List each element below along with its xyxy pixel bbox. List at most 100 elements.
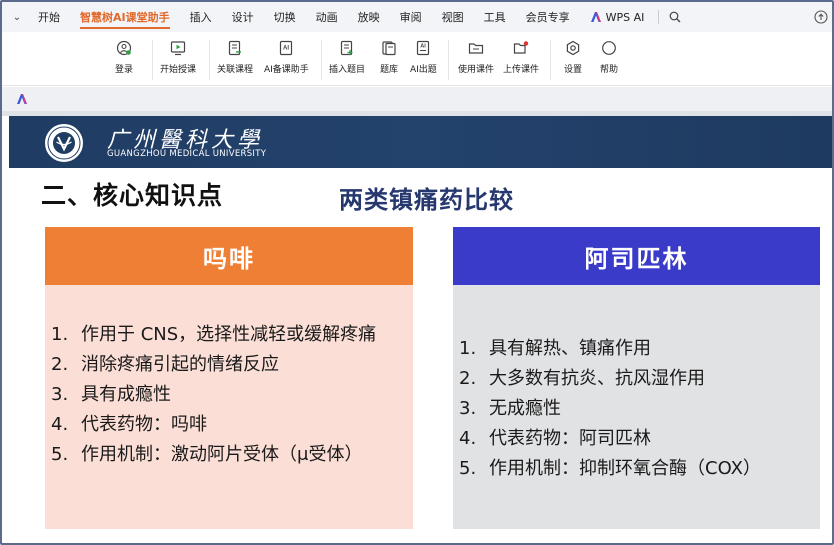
- item-text: 大多数有抗炎、抗风湿作用: [489, 368, 705, 389]
- settings-button[interactable]: 设置: [564, 40, 582, 75]
- link-doc-icon: [228, 40, 241, 56]
- list-item: 2. 消除疼痛引起的情绪反应: [51, 350, 405, 380]
- list-item: 4. 代表药物：阿司匹林: [459, 424, 812, 454]
- menu-home[interactable]: 开始: [28, 2, 70, 32]
- ai-doc-icon: AI: [280, 40, 293, 56]
- item-text: 作用机制：激动阿片受体（μ受体）: [81, 444, 363, 465]
- help-icon: [602, 41, 616, 55]
- item-text: 作用机制：抑制环氧合酶（COX）: [489, 458, 761, 479]
- morphine-card-title: 吗啡: [45, 227, 413, 285]
- use-courseware-label: 使用课件: [458, 65, 495, 75]
- search-icon[interactable]: [663, 2, 687, 32]
- menu-review[interactable]: 审阅: [390, 2, 432, 32]
- menu-bar: ⌄ 开始 智慧树AI课堂助手 插入 设计 切换 动画 放映 审阅 视图 工具 会…: [2, 2, 832, 32]
- item-text: 作用于 CNS，选择性减轻或缓解疼痛: [81, 324, 377, 345]
- aspirin-feature-list: 1. 具有解热、镇痛作用 2. 大多数有抗炎、抗风湿作用 3. 无成瘾性 4. 代表药物…: [459, 334, 812, 484]
- question-bank-icon: [382, 41, 396, 56]
- wps-ai-quick-icon[interactable]: [16, 93, 28, 105]
- menu-design[interactable]: 设计: [222, 2, 264, 32]
- list-item: 5. 作用机制：抑制环氧合酶（COX）: [459, 454, 812, 484]
- ai-question-label: AI出题: [410, 65, 437, 75]
- wps-ai-logo-icon: [590, 12, 601, 22]
- link-course-button[interactable]: 关联课程: [217, 40, 253, 75]
- ai-prep-assistant-label: AI备课助手: [264, 65, 309, 75]
- item-number: 2.: [51, 354, 69, 375]
- login-icon: [116, 40, 132, 56]
- item-number: 4.: [51, 414, 69, 435]
- ribbon-separator: [550, 40, 551, 80]
- item-number: 5.: [459, 458, 477, 479]
- menu-member[interactable]: 会员专享: [516, 2, 580, 32]
- ribbon-separator: [152, 40, 153, 80]
- item-text: 无成瘾性: [489, 398, 561, 419]
- menu-slideshow[interactable]: 放映: [348, 2, 390, 32]
- wps-ai-label: WPS AI: [605, 10, 645, 24]
- use-courseware-button[interactable]: 使用课件: [458, 40, 494, 75]
- list-item: 5. 作用机制：激动阿片受体（μ受体）: [51, 440, 405, 470]
- cloud-sync-icon[interactable]: [814, 10, 828, 24]
- ribbon-toolbar: 登录 开始授课 关联课程 AI AI备课助手 插入题目 题库 AI AI出题 使…: [2, 32, 832, 86]
- list-item: 3. 无成瘾性: [459, 394, 812, 424]
- ai-prep-assistant-button[interactable]: AI AI备课助手: [264, 40, 309, 75]
- folder-icon: [468, 43, 484, 54]
- item-text: 具有成瘾性: [81, 384, 171, 405]
- login-label: 登录: [115, 65, 134, 75]
- help-button[interactable]: 帮助: [600, 40, 618, 75]
- item-number: 5.: [51, 444, 69, 465]
- item-text: 具有解热、镇痛作用: [489, 338, 651, 359]
- menu-separator: [658, 10, 660, 24]
- question-bank-label: 题库: [380, 65, 399, 75]
- slide-subtitle: 两类镇痛药比较: [339, 186, 514, 214]
- item-number: 2.: [459, 368, 477, 389]
- ribbon-separator: [321, 40, 322, 80]
- wps-ai-button[interactable]: WPS AI: [580, 2, 655, 32]
- aspirin-card-title: 阿司匹林: [453, 227, 820, 285]
- list-item: 2. 大多数有抗炎、抗风湿作用: [459, 364, 812, 394]
- slide-canvas[interactable]: 广州醫科大學 GUANGZHOU MEDICAL UNIVERSITY 二、核心…: [9, 116, 832, 543]
- insert-question-label: 插入题目: [329, 65, 366, 75]
- morphine-feature-list: 1. 作用于 CNS，选择性减轻或缓解疼痛 2. 消除疼痛引起的情绪反应 3. 具有成…: [51, 320, 405, 470]
- start-teaching-label: 开始授课: [160, 65, 197, 75]
- list-item: 1. 具有解热、镇痛作用: [459, 334, 812, 364]
- upload-courseware-button[interactable]: 上传课件: [503, 40, 539, 75]
- svg-text:AI: AI: [283, 46, 289, 52]
- settings-label: 设置: [564, 65, 583, 75]
- menu-zhihuishu-ai-assistant[interactable]: 智慧树AI课堂助手: [70, 2, 180, 32]
- item-number: 1.: [51, 324, 69, 345]
- ribbon-separator: [448, 40, 449, 80]
- play-screen-icon: [170, 41, 186, 56]
- list-item: 4. 代表药物：吗啡: [51, 410, 405, 440]
- item-text: 代表药物：阿司匹林: [489, 428, 651, 449]
- university-name-en: GUANGZHOU MEDICAL UNIVERSITY: [107, 149, 267, 159]
- gear-icon: [566, 40, 580, 56]
- slide-header-banner: 广州醫科大學 GUANGZHOU MEDICAL UNIVERSITY: [9, 116, 832, 168]
- item-text: 消除疼痛引起的情绪反应: [81, 354, 279, 375]
- menu-tools[interactable]: 工具: [474, 2, 516, 32]
- insert-question-button[interactable]: 插入题目: [329, 40, 365, 75]
- morphine-card: 吗啡 1. 作用于 CNS，选择性减轻或缓解疼痛 2. 消除疼痛引起的情绪反应 3.…: [45, 227, 413, 529]
- menu-view[interactable]: 视图: [432, 2, 474, 32]
- ribbon-separator: [209, 40, 210, 80]
- item-number: 4.: [459, 428, 477, 449]
- list-item: 3. 具有成瘾性: [51, 380, 405, 410]
- menu-insert[interactable]: 插入: [180, 2, 222, 32]
- svg-text:AI: AI: [421, 44, 427, 50]
- help-label: 帮助: [600, 65, 619, 75]
- insert-question-icon: [340, 40, 353, 56]
- item-number: 1.: [459, 338, 477, 359]
- chevron-down-icon[interactable]: ⌄: [6, 12, 28, 23]
- start-teaching-button[interactable]: 开始授课: [160, 40, 196, 75]
- question-bank-button[interactable]: 题库: [380, 40, 398, 75]
- login-button[interactable]: 登录: [115, 40, 133, 75]
- menu-transition[interactable]: 切换: [264, 2, 306, 32]
- upload-courseware-label: 上传课件: [503, 65, 540, 75]
- item-number: 3.: [459, 398, 477, 419]
- list-item: 1. 作用于 CNS，选择性减轻或缓解疼痛: [51, 320, 405, 350]
- app-window: ⌄ 开始 智慧树AI课堂助手 插入 设计 切换 动画 放映 审阅 视图 工具 会…: [0, 0, 834, 545]
- menu-animation[interactable]: 动画: [306, 2, 348, 32]
- university-seal-icon: [44, 123, 84, 163]
- quick-tool-strip: [2, 87, 832, 111]
- ai-question-button[interactable]: AI AI出题: [410, 40, 437, 75]
- aspirin-card: 阿司匹林 1. 具有解热、镇痛作用 2. 大多数有抗炎、抗风湿作用 3. 无成瘾性 4…: [453, 227, 820, 529]
- link-course-label: 关联课程: [217, 65, 254, 75]
